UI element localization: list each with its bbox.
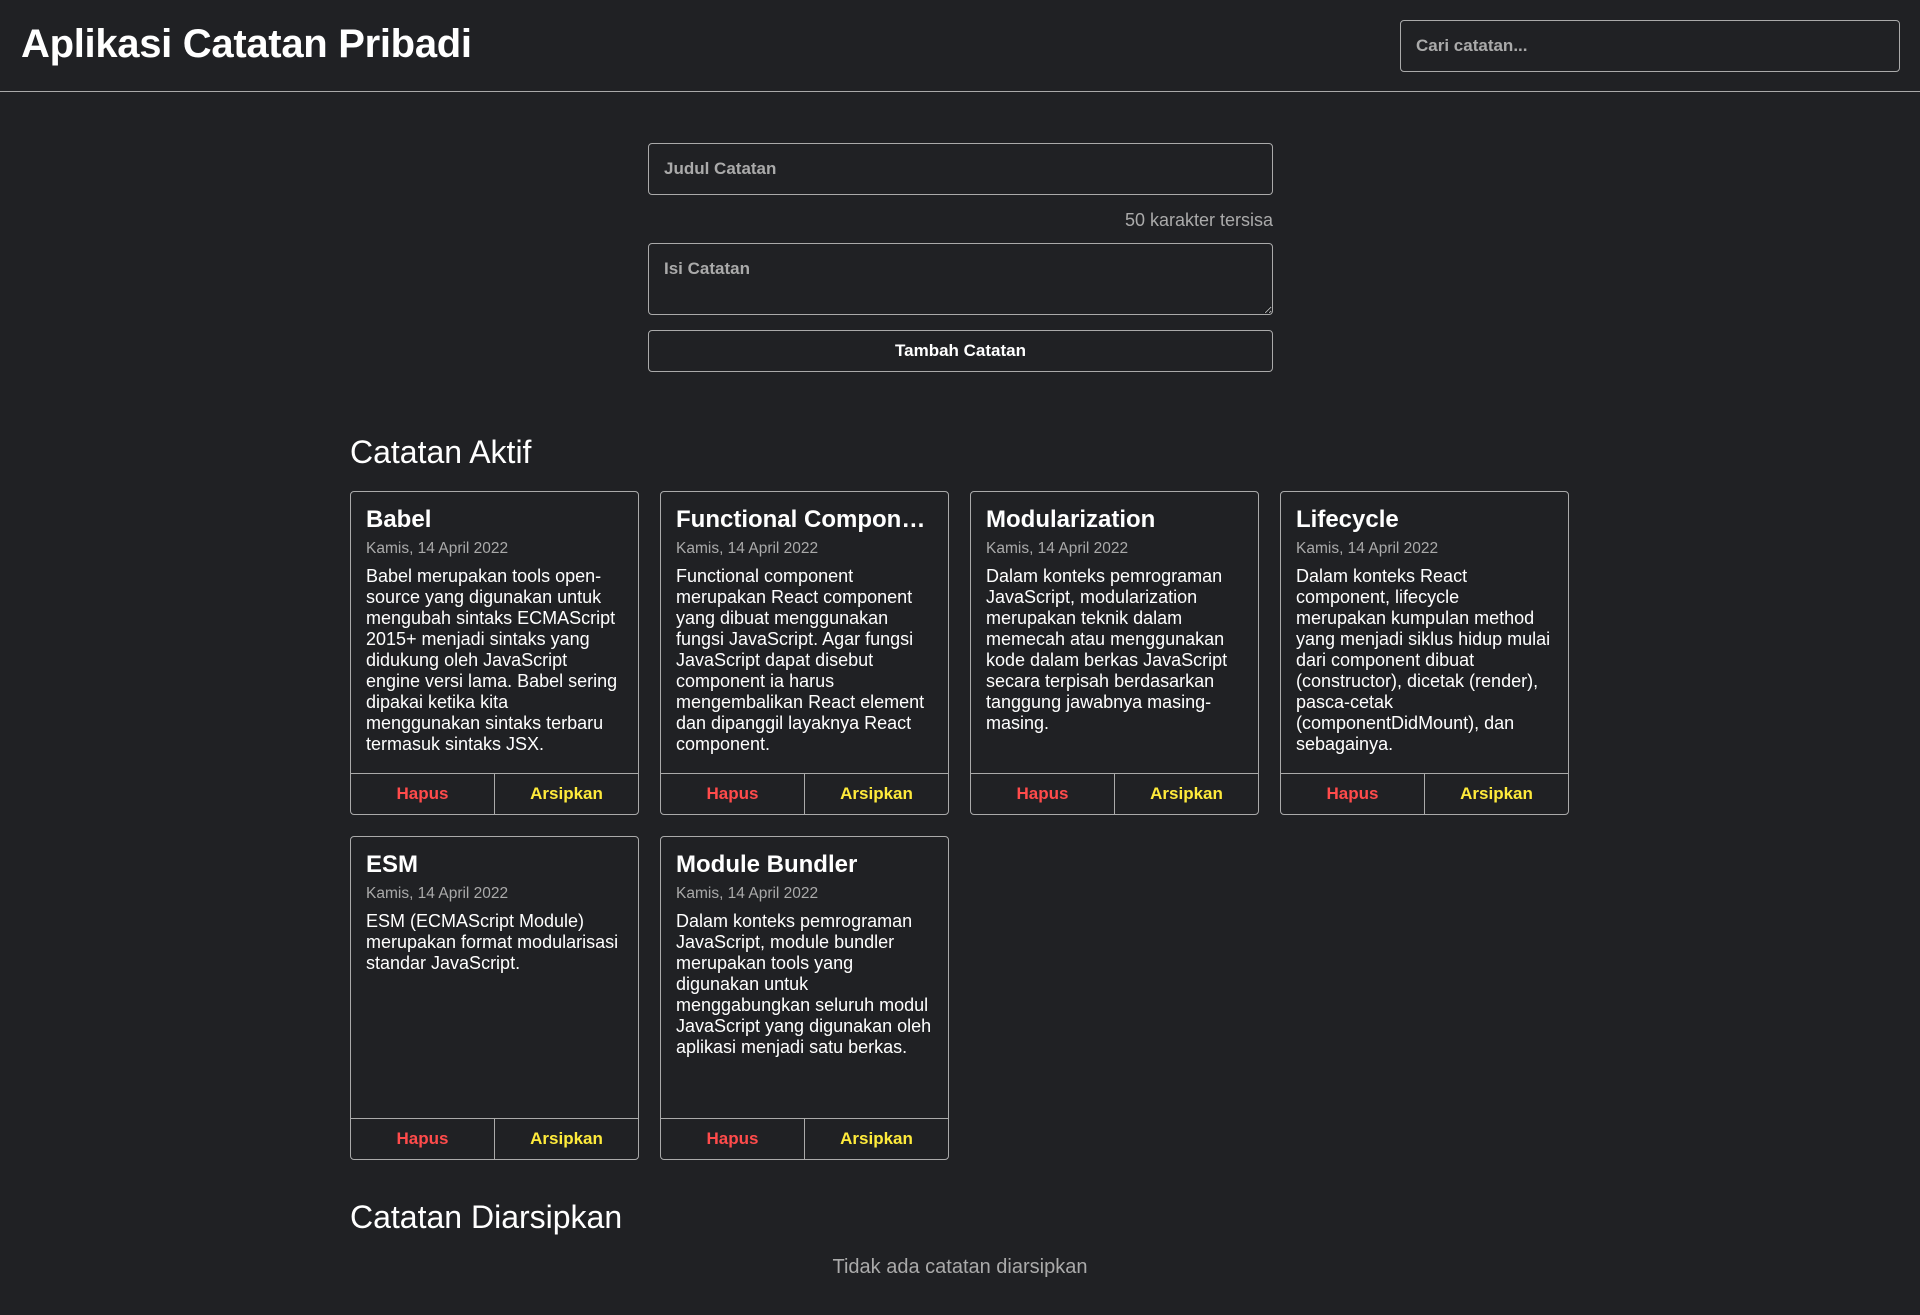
note-card-body: Lifecycle Kamis, 14 April 2022 Dalam kon… [1281,492,1568,773]
note-card: Modularization Kamis, 14 April 2022 Dala… [970,491,1259,815]
note-card: Babel Kamis, 14 April 2022 Babel merupak… [350,491,639,815]
archive-button[interactable]: Arsipkan [1115,774,1258,814]
note-actions: Hapus Arsipkan [351,1118,638,1159]
note-card: Lifecycle Kamis, 14 April 2022 Dalam kon… [1280,491,1569,815]
delete-button[interactable]: Hapus [1281,774,1425,814]
note-card-body: Module Bundler Kamis, 14 April 2022 Dala… [661,837,948,1118]
note-body: Dalam konteks React component, lifecycle… [1296,566,1551,754]
note-actions: Hapus Arsipkan [661,773,948,814]
note-form: 50 karakter tersisa Tambah Catatan [648,143,1273,372]
delete-button[interactable]: Hapus [661,774,805,814]
note-body: Dalam konteks pemrograman JavaScript, mo… [676,911,932,1057]
delete-button[interactable]: Hapus [661,1119,805,1159]
note-title: Module Bundler [676,851,858,878]
note-card-body: Babel Kamis, 14 April 2022 Babel merupak… [351,492,638,773]
note-body: Functional component merupakan React com… [676,566,925,754]
note-date: Kamis, 14 April 2022 [366,885,509,902]
note-date: Kamis, 14 April 2022 [676,540,819,557]
note-title: Modularization [986,506,1156,533]
archive-button[interactable]: Arsipkan [1425,774,1568,814]
note-title: Functional Component [676,506,933,533]
archive-button[interactable]: Arsipkan [495,774,638,814]
search-input[interactable] [1400,20,1900,72]
note-date: Kamis, 14 April 2022 [676,885,819,902]
delete-button[interactable]: Hapus [971,774,1115,814]
note-date: Kamis, 14 April 2022 [1296,540,1439,557]
archive-button[interactable]: Arsipkan [495,1119,638,1159]
archive-button[interactable]: Arsipkan [805,1119,948,1159]
note-title: ESM [366,851,419,878]
note-card: ESM Kamis, 14 April 2022 ESM (ECMAScript… [350,836,639,1160]
note-title: Lifecycle [1296,506,1399,533]
note-actions: Hapus Arsipkan [1281,773,1568,814]
note-actions: Hapus Arsipkan [351,773,638,814]
app-header: Aplikasi Catatan Pribadi [0,0,1920,92]
note-title-input[interactable] [648,143,1273,195]
note-body: Babel merupakan tools open-source yang d… [366,566,618,754]
active-notes-list: Babel Kamis, 14 April 2022 Babel merupak… [350,491,1570,1160]
archived-empty-message: Tidak ada catatan diarsipkan [832,1256,1088,1278]
app-title: Aplikasi Catatan Pribadi [21,22,472,66]
char-counter: 50 karakter tersisa [1124,210,1273,230]
note-card-body: Modularization Kamis, 14 April 2022 Dala… [971,492,1258,773]
note-actions: Hapus Arsipkan [661,1118,948,1159]
note-actions: Hapus Arsipkan [971,773,1258,814]
note-date: Kamis, 14 April 2022 [366,540,509,557]
note-body-input[interactable] [648,243,1273,315]
note-body: ESM (ECMAScript Module) merupakan format… [366,911,619,973]
note-card-body: Functional Component Kamis, 14 April 202… [661,492,948,773]
add-note-button[interactable]: Tambah Catatan [648,330,1273,372]
delete-button[interactable]: Hapus [351,1119,495,1159]
note-title: Babel [366,506,432,533]
active-notes-heading: Catatan Aktif [350,434,532,470]
note-body: Dalam konteks pemrograman JavaScript, mo… [986,566,1228,733]
archived-notes-heading: Catatan Diarsipkan [350,1199,623,1235]
archive-button[interactable]: Arsipkan [805,774,948,814]
note-date: Kamis, 14 April 2022 [986,540,1129,557]
delete-button[interactable]: Hapus [351,774,495,814]
note-card: Module Bundler Kamis, 14 April 2022 Dala… [660,836,949,1160]
note-card-body: ESM Kamis, 14 April 2022 ESM (ECMAScript… [351,837,638,1118]
note-card: Functional Component Kamis, 14 April 202… [660,491,949,815]
